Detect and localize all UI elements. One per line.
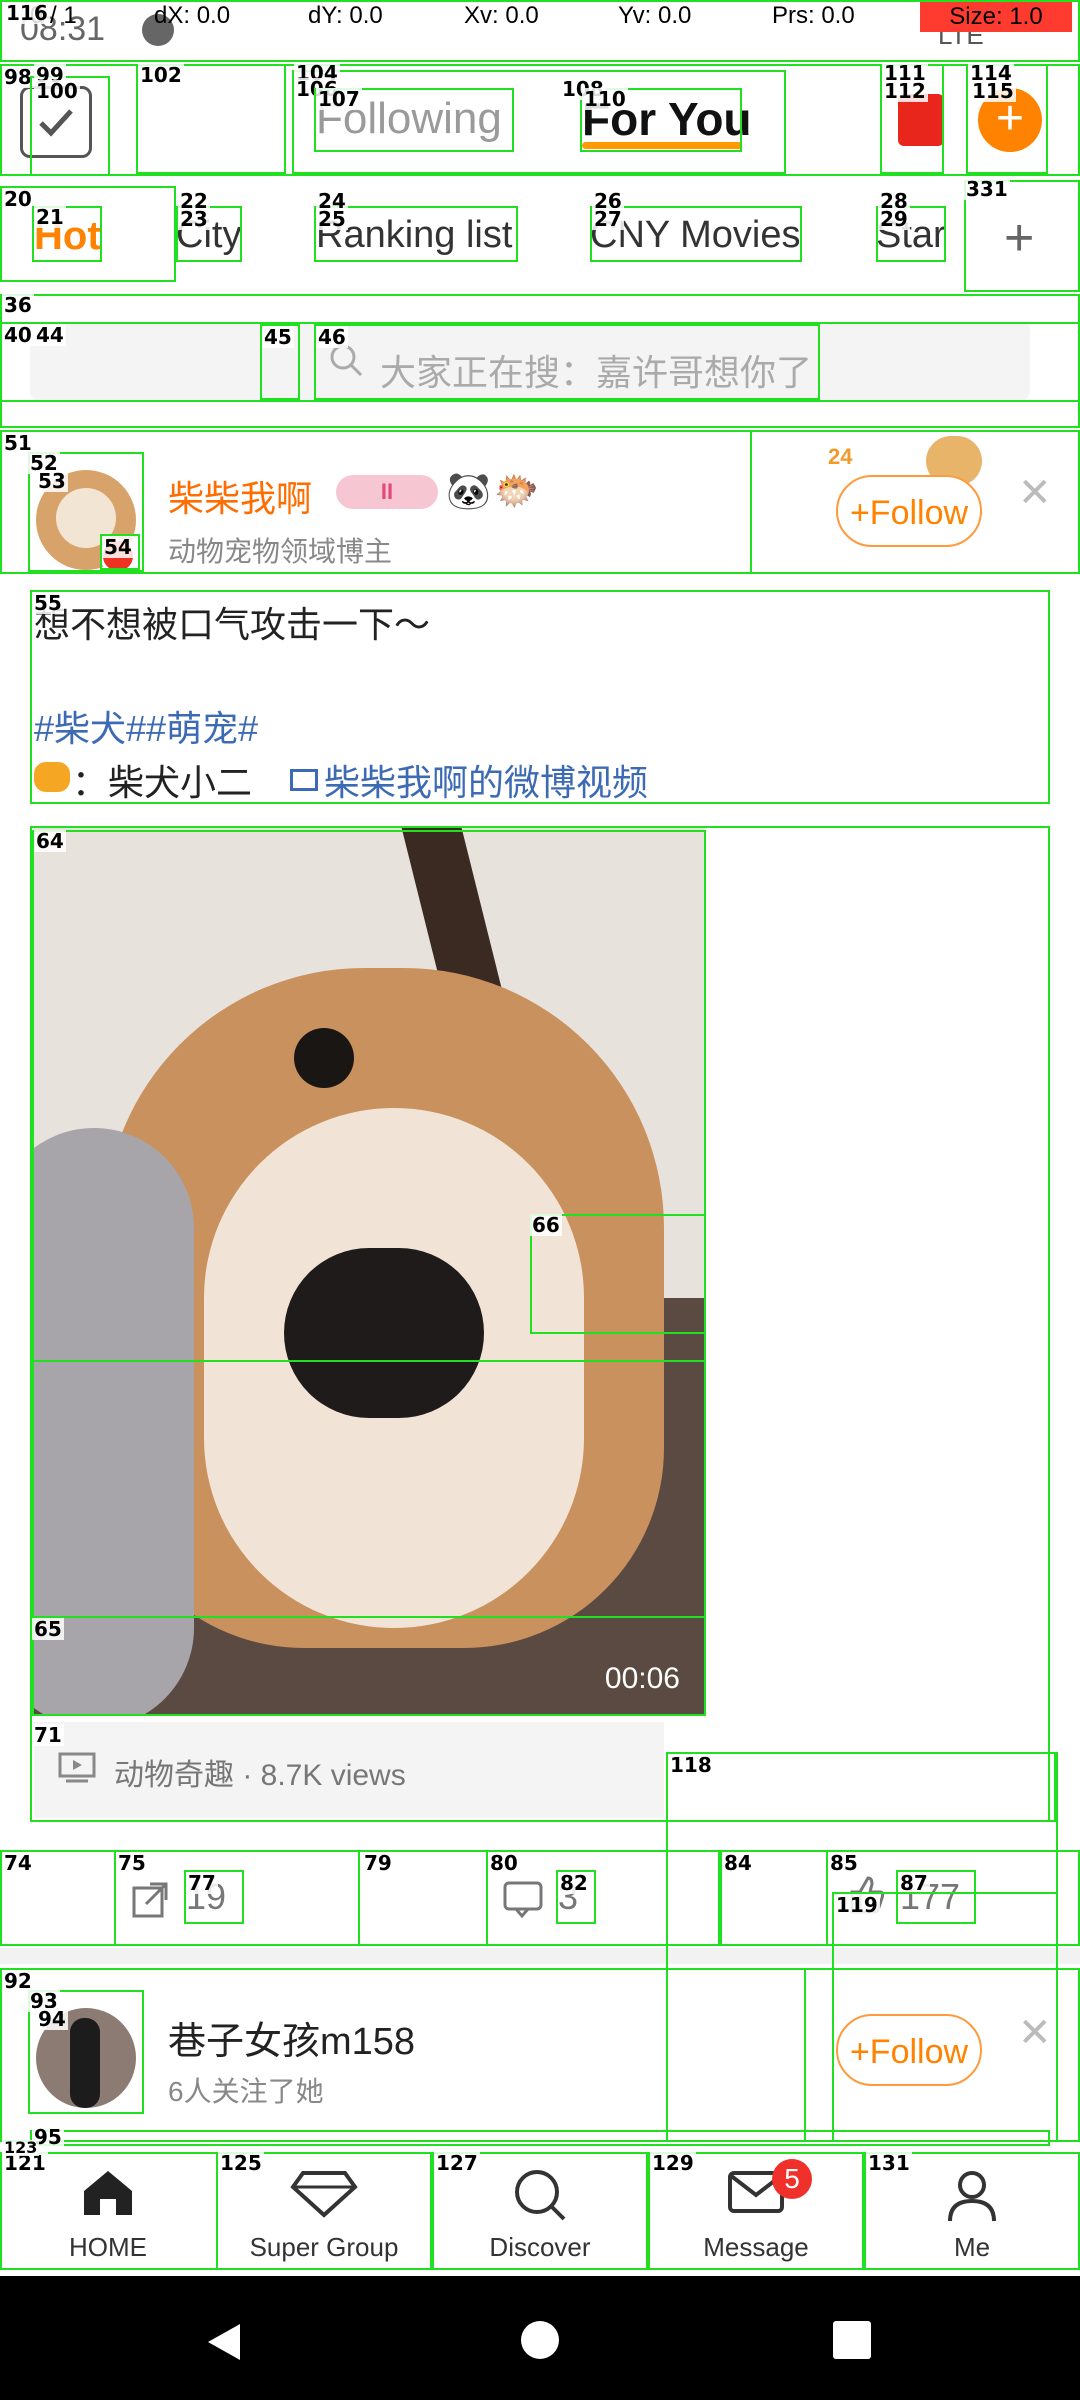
overlay-box bbox=[32, 1360, 706, 1618]
back-icon[interactable] bbox=[202, 2320, 246, 2364]
overlay-box bbox=[0, 0, 1080, 62]
overlay-label: 102 bbox=[138, 63, 184, 87]
overlay-label: 116 bbox=[4, 1, 50, 25]
overlay-label: 20 bbox=[2, 187, 34, 211]
overlay-label: 29 bbox=[878, 207, 910, 231]
overlay-label: 23 bbox=[178, 207, 210, 231]
overlay-label: 36 bbox=[2, 293, 34, 317]
overlay-label: 44 bbox=[34, 323, 66, 347]
overlay-label: 115 bbox=[970, 79, 1016, 103]
overlay-label: 66 bbox=[530, 1213, 562, 1237]
overlay-box bbox=[750, 430, 1080, 574]
overlay-label: 65 bbox=[32, 1617, 64, 1641]
overlay-label: 54 bbox=[102, 535, 134, 559]
overlay-label: 129 bbox=[650, 2151, 696, 2175]
overlay-box bbox=[30, 590, 1050, 804]
overlay-label: 87 bbox=[898, 1871, 930, 1895]
overlay-label: 55 bbox=[32, 591, 64, 615]
overlay-label: 107 bbox=[316, 87, 362, 111]
overlay-label: 112 bbox=[882, 79, 928, 103]
overlay-label: 79 bbox=[362, 1851, 394, 1875]
overlay-label: 80 bbox=[488, 1851, 520, 1875]
overlay-label: 100 bbox=[34, 79, 80, 103]
overlay-label: 82 bbox=[558, 1871, 590, 1895]
overlay-label: 85 bbox=[828, 1851, 860, 1875]
recents-icon[interactable] bbox=[832, 2320, 872, 2360]
overlay-label: 71 bbox=[32, 1723, 64, 1747]
overlay-label: 45 bbox=[262, 325, 294, 349]
overlay-label: 77 bbox=[186, 1871, 218, 1895]
overlay-label: 21 bbox=[34, 205, 66, 229]
overlay-label: 127 bbox=[434, 2151, 480, 2175]
overlay-label: 25 bbox=[316, 207, 348, 231]
overlay-label: 74 bbox=[2, 1851, 34, 1875]
overlay-label: 131 bbox=[866, 2151, 912, 2175]
overlay-label: 123 bbox=[2, 2138, 40, 2157]
overlay-box bbox=[804, 1968, 1058, 2142]
home-circle-icon[interactable] bbox=[520, 2320, 560, 2360]
overlay-box bbox=[486, 1850, 720, 1946]
overlay-label: 64 bbox=[34, 829, 66, 853]
overlay-label: 84 bbox=[722, 1851, 754, 1875]
overlay-label: 119 bbox=[834, 1893, 880, 1917]
overlay-box bbox=[30, 2130, 1050, 2146]
overlay-label: 53 bbox=[36, 469, 68, 493]
overlay-label: 46 bbox=[316, 325, 348, 349]
overlay-label: 94 bbox=[36, 2007, 68, 2031]
overlay-label: 125 bbox=[218, 2151, 264, 2175]
system-nav-bar bbox=[0, 2276, 1080, 2400]
overlay-label: 75 bbox=[116, 1851, 148, 1875]
overlay-label: 110 bbox=[582, 87, 628, 111]
overlay-box bbox=[314, 324, 820, 400]
overlay-label: 27 bbox=[592, 207, 624, 231]
overlay-label: 331 bbox=[964, 177, 1010, 201]
overlay-label: 40 bbox=[2, 323, 34, 347]
